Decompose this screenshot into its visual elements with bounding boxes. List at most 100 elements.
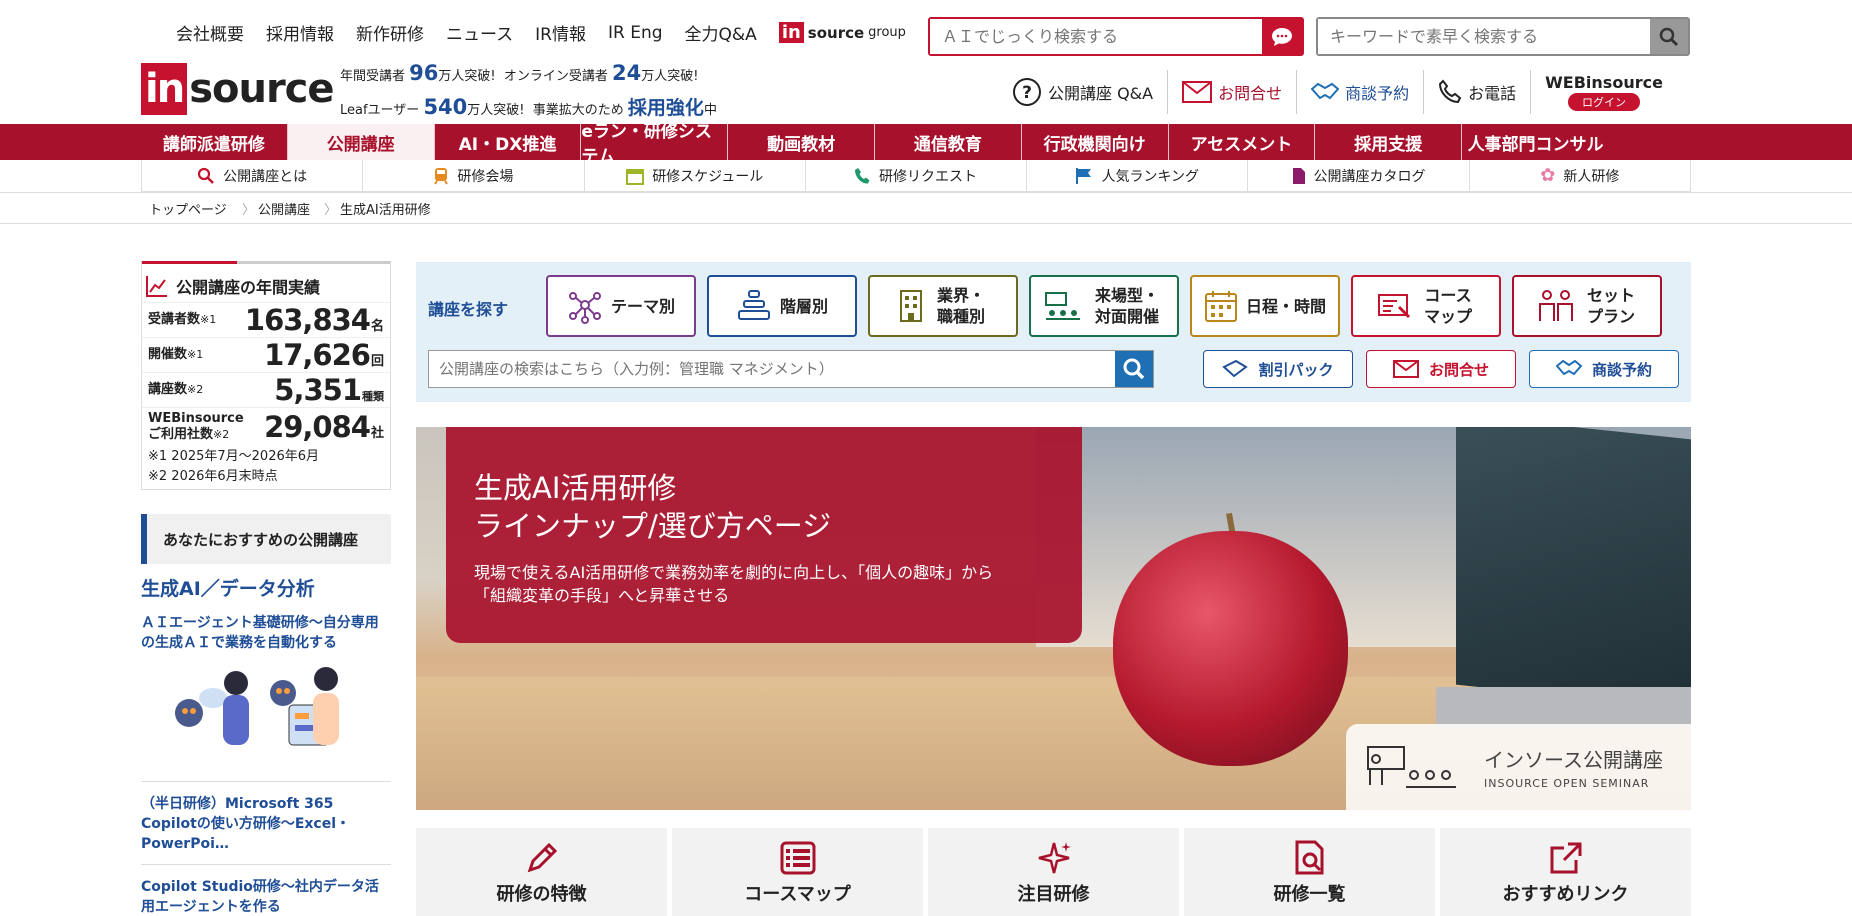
- course-search-button[interactable]: [1115, 351, 1153, 387]
- stat-row: 受講者数※1 163,834名: [142, 302, 390, 337]
- document-icon: [1292, 167, 1305, 184]
- phone-icon: [854, 167, 870, 184]
- search-icon: [1659, 27, 1679, 46]
- mail-icon: [1392, 360, 1419, 378]
- bottom-tiles: 研修の特徴 コースマップ 注目研修 研修一覧 おすすめリンク: [416, 828, 1691, 916]
- schedule-button[interactable]: 日程・時間: [1190, 275, 1340, 337]
- recommend-link[interactable]: （半日研修）Microsoft 365 Copilotの使い方研修～Excel・…: [141, 794, 391, 854]
- list-icon: [780, 841, 815, 875]
- open-seminar-badge: インソース公開講座 INSOURCE OPEN SEMINAR: [1346, 724, 1691, 810]
- nav-correspondence[interactable]: 通信教育: [875, 124, 1022, 160]
- breadcrumb: トップページ 〉 公開講座 〉 生成AI活用研修: [0, 192, 1852, 224]
- keyword-search-box: [1316, 17, 1690, 56]
- tile-course-list[interactable]: 研修一覧: [1184, 828, 1435, 916]
- tile-course-map[interactable]: コースマップ: [672, 828, 923, 916]
- breadcrumb-top[interactable]: トップページ: [149, 193, 227, 223]
- insource-group-logo[interactable]: in source group: [778, 22, 906, 43]
- ai-search-box: [928, 17, 1304, 56]
- subnav-new-employee[interactable]: ✿ 新人研修: [1470, 160, 1691, 191]
- recommend-link[interactable]: Copilot Studio研修～社内データ活用エージェントを作る: [141, 877, 391, 916]
- top-link-ir[interactable]: IR情報: [535, 20, 586, 45]
- people-icon: [1539, 290, 1573, 321]
- map-icon: [1378, 294, 1411, 319]
- industry-button[interactable]: 業界・職種別: [868, 275, 1018, 337]
- qa-link[interactable]: ? 公開講座 Q&A: [998, 70, 1169, 114]
- insource-logo[interactable]: in source: [141, 63, 335, 115]
- calendar-icon: [1204, 291, 1237, 322]
- top-link-company[interactable]: 会社概要: [176, 20, 244, 45]
- sparkle-icon: [1038, 842, 1071, 874]
- top-link-qa[interactable]: 全力Q&A: [685, 20, 757, 45]
- apple-image: [1113, 531, 1348, 766]
- theme-button[interactable]: テーマ別: [546, 275, 696, 337]
- top-link-new-training[interactable]: 新作研修: [356, 20, 424, 45]
- chat-bubble-icon: [1272, 27, 1292, 46]
- contact-link[interactable]: お問合せ: [1168, 70, 1298, 114]
- sub-nav: 公開講座とは 研修会場 研修スケジュール 研修リクエスト 人気ランキング 公開講…: [141, 160, 1691, 192]
- nav-video[interactable]: 動画教材: [728, 124, 875, 160]
- level-button[interactable]: 階層別: [707, 275, 857, 337]
- hero-text-panel: 生成AI活用研修 ラインナップ/選び方ページ 現場で使えるAI活用研修で業務効率…: [446, 427, 1082, 643]
- course-search-box: [428, 350, 1154, 388]
- breadcrumb-public-courses[interactable]: 公開講座: [258, 193, 310, 223]
- flag-icon: [1076, 167, 1092, 184]
- document-search-icon: [1295, 840, 1323, 875]
- discount-pack-button[interactable]: 割引パック: [1203, 350, 1353, 388]
- top-links: 会社概要 採用情報 新作研修 ニュース IR情報 IR Eng 全力Q&A in…: [176, 20, 906, 45]
- nav-assessment[interactable]: アセスメント: [1169, 124, 1316, 160]
- consult-link[interactable]: 商談予約: [1297, 70, 1425, 114]
- stat-row: WEBinsource ご利用社数※2 29,084社: [142, 407, 390, 445]
- pyramid-icon: [737, 290, 770, 320]
- question-icon: ?: [1013, 78, 1041, 106]
- nav-elearning[interactable]: eラン・研修システム: [581, 122, 729, 167]
- laptop-image: [1456, 427, 1691, 710]
- course-map-button[interactable]: コースマップ: [1351, 275, 1501, 337]
- stat-row: 開催数※1 17,626回: [142, 337, 390, 372]
- course-search-input[interactable]: [429, 351, 1115, 387]
- webinsource-login[interactable]: WEBinsource ログイン: [1531, 73, 1663, 111]
- set-plan-button[interactable]: セットプラン: [1512, 275, 1662, 337]
- phone-link[interactable]: お電話: [1424, 70, 1532, 114]
- breadcrumb-current: 生成AI活用研修: [340, 202, 431, 218]
- finder-consult-button[interactable]: 商談予約: [1529, 350, 1679, 388]
- hero-banner[interactable]: 生成AI活用研修 ラインナップ/選び方ページ 現場で使えるAI活用研修で業務効率…: [416, 427, 1691, 810]
- train-icon: [434, 167, 449, 185]
- phone-icon: [1439, 79, 1462, 104]
- pencil-icon: [527, 842, 557, 873]
- stat-row: 講座数※2 5,351種類: [142, 372, 390, 407]
- recommend-link[interactable]: ＡＩエージェント基礎研修～自分専用の生成ＡＩで業務を自動化する: [141, 613, 391, 653]
- nav-public-courses[interactable]: 公開講座: [287, 124, 435, 160]
- subnav-about[interactable]: 公開講座とは: [141, 160, 364, 191]
- ai-search-input[interactable]: [930, 19, 1262, 54]
- keyword-search-button[interactable]: [1650, 19, 1688, 54]
- mail-icon: [1182, 81, 1213, 103]
- top-link-recruit[interactable]: 採用情報: [266, 20, 334, 45]
- subnav-ranking[interactable]: 人気ランキング: [1027, 160, 1249, 191]
- venue-button[interactable]: 来場型・対面開催: [1029, 275, 1179, 337]
- keyword-search-input[interactable]: [1318, 19, 1650, 54]
- page: 会社概要 採用情報 新作研修 ニュース IR情報 IR Eng 全力Q&A in…: [0, 0, 1852, 916]
- finder-contact-button[interactable]: お問合せ: [1366, 350, 1516, 388]
- subnav-catalog[interactable]: 公開講座カタログ: [1248, 160, 1470, 191]
- recommend-category[interactable]: 生成AI／データ分析: [141, 574, 391, 601]
- network-icon: [568, 292, 601, 324]
- calendar-icon: [626, 168, 645, 185]
- subnav-request[interactable]: 研修リクエスト: [806, 160, 1028, 191]
- ai-search-button[interactable]: [1262, 19, 1302, 54]
- nav-instructor-dispatch[interactable]: 講師派遣研修: [141, 124, 288, 160]
- top-link-ir-eng[interactable]: IR Eng: [608, 23, 663, 43]
- nav-recruit-support[interactable]: 採用支援: [1315, 124, 1463, 160]
- nav-ai-dx[interactable]: AI・DX推進: [435, 124, 582, 160]
- recommend-illustration[interactable]: [141, 663, 391, 771]
- subnav-schedule[interactable]: 研修スケジュール: [585, 160, 806, 191]
- subnav-venue[interactable]: 研修会場: [363, 160, 585, 191]
- tile-featured[interactable]: 注目研修: [928, 828, 1179, 916]
- classroom-icon: [1045, 292, 1080, 320]
- ai-agent-illustration: [175, 667, 339, 746]
- tile-recommended-links[interactable]: おすすめリンク: [1440, 828, 1691, 916]
- nav-hr-consult[interactable]: 人事部門コンサル: [1462, 124, 1609, 160]
- top-link-news[interactable]: ニュース: [446, 20, 513, 45]
- finder-label: 講座を探す: [428, 300, 509, 319]
- tile-features[interactable]: 研修の特徴: [416, 828, 667, 916]
- nav-government[interactable]: 行政機関向け: [1022, 124, 1169, 160]
